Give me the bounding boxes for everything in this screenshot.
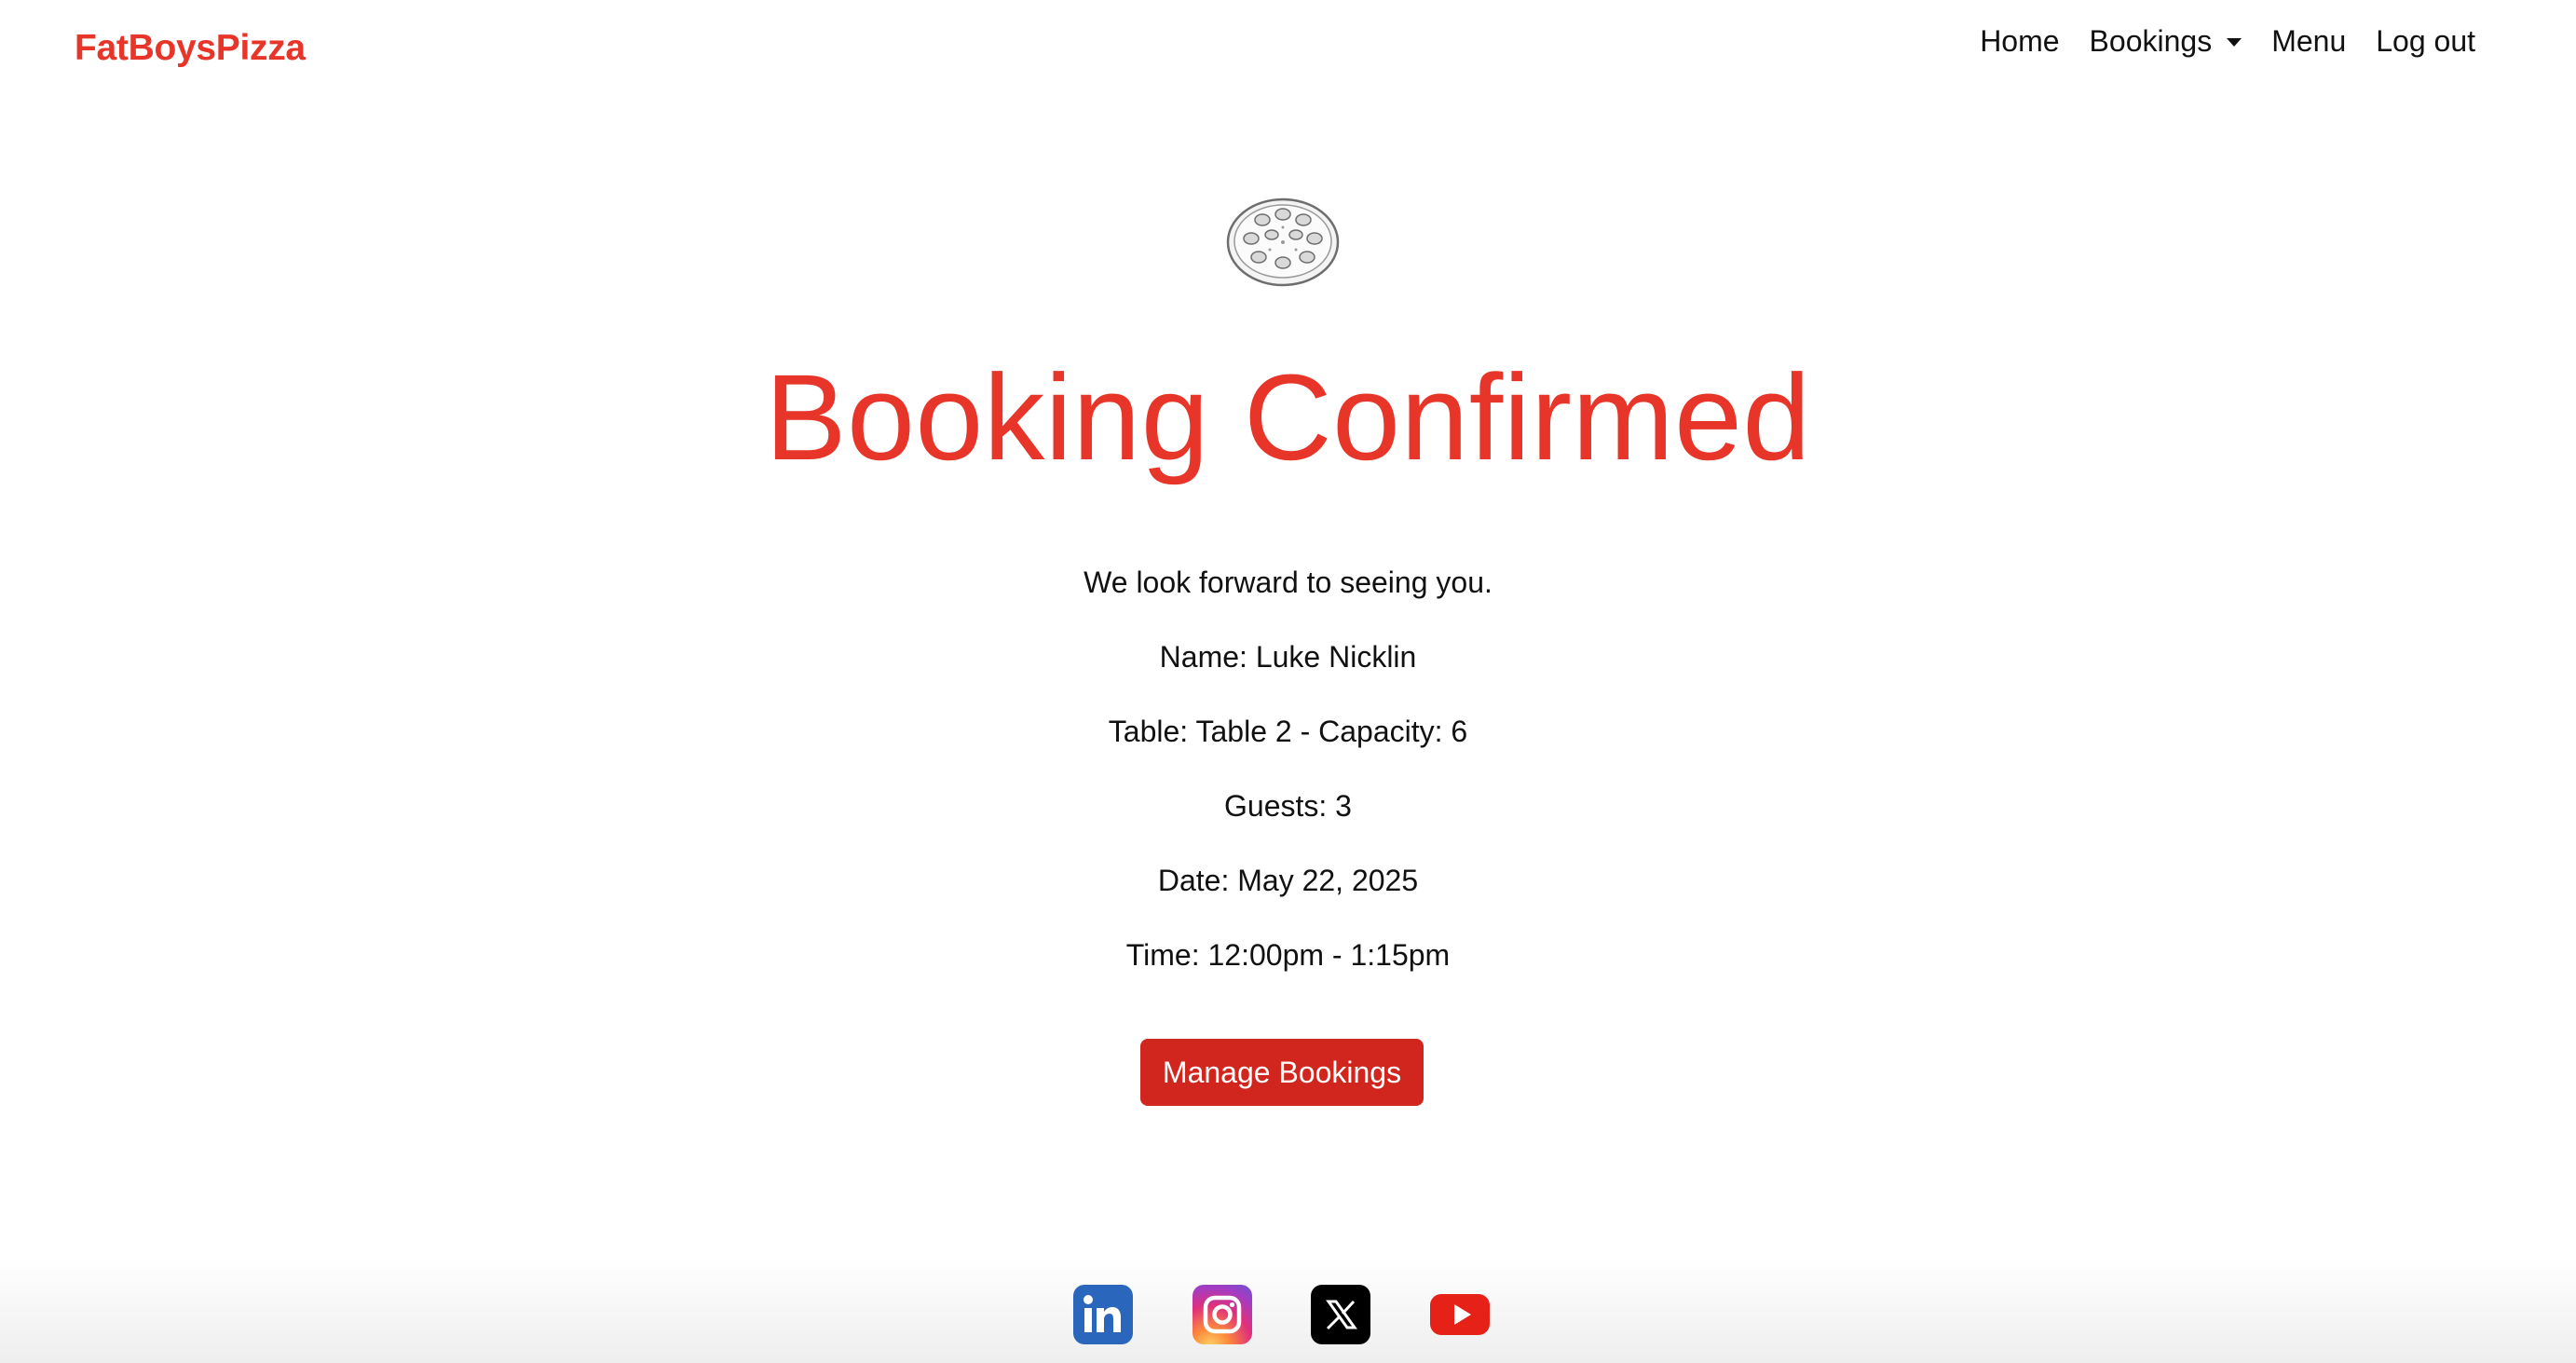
instagram-icon[interactable]	[1193, 1285, 1252, 1344]
manage-bookings-button[interactable]: Manage Bookings	[1140, 1039, 1424, 1106]
booking-table: Table: Table 2 - Capacity: 6	[1108, 715, 1468, 748]
confirmation-message: We look forward to seeing you.	[1084, 566, 1492, 599]
youtube-icon[interactable]	[1430, 1285, 1490, 1344]
booking-name: Name: Luke Nicklin	[1159, 640, 1417, 674]
nav-logout[interactable]: Log out	[2376, 24, 2475, 59]
booking-time: Time: 12:00pm - 1:15pm	[1125, 938, 1451, 972]
navbar: FatBoysPizza Home Bookings Menu Log out	[0, 0, 2576, 93]
brand-logo[interactable]: FatBoysPizza	[75, 28, 306, 69]
pizza-icon	[1226, 198, 1340, 287]
page-title: Booking Confirmed	[765, 348, 1811, 485]
booking-guests: Guests: 3	[1224, 789, 1352, 823]
footer	[0, 1258, 2576, 1363]
booking-date: Date: May 22, 2025	[1157, 864, 1419, 897]
x-icon[interactable]	[1311, 1285, 1370, 1344]
linkedin-icon[interactable]	[1073, 1285, 1133, 1344]
caret-down-icon	[2227, 38, 2242, 47]
nav-links: Home Bookings Menu Log out	[1980, 24, 2475, 59]
nav-home[interactable]: Home	[1980, 24, 2059, 59]
nav-bookings-dropdown[interactable]: Bookings	[2090, 24, 2242, 59]
nav-bookings-label: Bookings	[2089, 24, 2213, 58]
nav-menu[interactable]: Menu	[2271, 24, 2346, 59]
